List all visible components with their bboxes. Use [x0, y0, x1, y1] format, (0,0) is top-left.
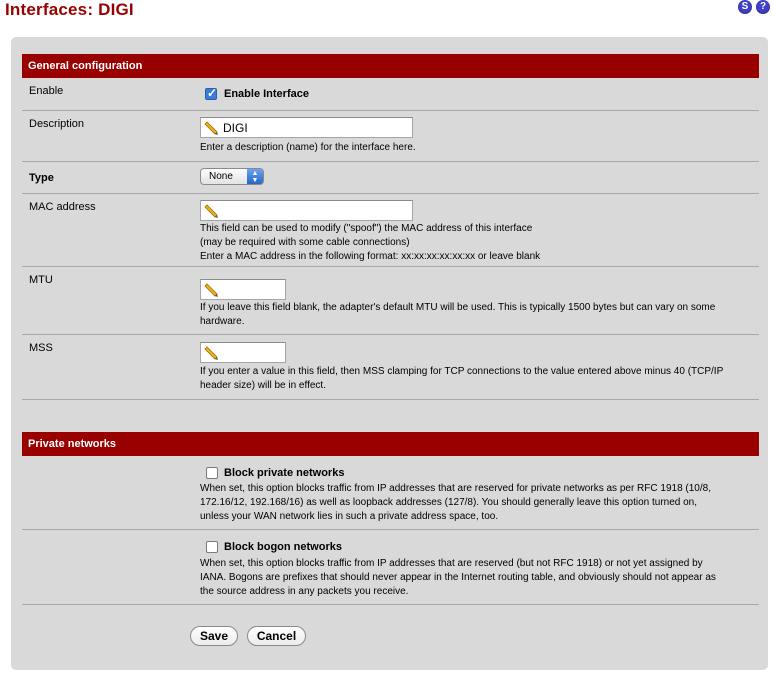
block-bogon-hint-3: the source address in any packets you re…: [200, 586, 409, 597]
mtu-label: MTU: [29, 274, 53, 286]
mac-address-hint-1: This field can be used to modify ("spoof…: [200, 223, 533, 234]
block-private-hint-3: unless your WAN network lies in such a p…: [200, 511, 499, 522]
save-button[interactable]: Save: [190, 626, 238, 646]
enable-interface-checkbox[interactable]: ✓: [205, 86, 218, 100]
mss-hint-2: header size) will be in effect.: [200, 380, 326, 391]
mss-row: MSS If you enter a value in this field, …: [22, 335, 759, 400]
pencil-icon: [204, 204, 218, 218]
block-private-label: Block private networks: [224, 467, 345, 479]
top-icons: S ?: [738, 0, 770, 14]
block-private-hint-1: When set, this option blocks traffic fro…: [200, 483, 711, 494]
enable-interface-label: Enable Interface: [224, 88, 309, 100]
type-label: Type: [29, 172, 54, 184]
general-config-header: General configuration: [22, 54, 759, 78]
status-icon[interactable]: S: [738, 0, 752, 14]
mac-address-hint-2: (may be required with some cable connect…: [200, 237, 410, 248]
mss-label: MSS: [29, 342, 53, 354]
mtu-hint-1: If you leave this field blank, the adapt…: [200, 302, 716, 313]
enable-label: Enable: [29, 85, 64, 97]
block-bogon-row: Block bogon networks When set, this opti…: [22, 530, 759, 605]
description-hint: Enter a description (name) for the inter…: [200, 142, 416, 153]
pencil-icon: [204, 283, 218, 297]
pencil-icon: [204, 121, 218, 135]
checkmark-icon: ✓: [207, 86, 218, 100]
type-row: Type None ▲ ▼: [22, 162, 759, 194]
mac-address-input[interactable]: [200, 200, 413, 221]
block-bogon-hint-2: IANA. Bogons are prefixes that should ne…: [200, 572, 716, 583]
description-label: Description: [29, 118, 85, 130]
mtu-hint-2: hardware.: [200, 316, 245, 327]
page-title: Interfaces: DIGI: [5, 0, 134, 19]
block-bogon-checkbox[interactable]: [206, 541, 218, 553]
mac-address-hint-3: Enter a MAC address in the following for…: [200, 251, 541, 262]
block-private-checkbox[interactable]: [206, 467, 218, 479]
mss-hint-1: If you enter a value in this field, then…: [200, 366, 724, 377]
mtu-row: MTU If you leave this field blank, the a…: [22, 267, 759, 335]
block-bogon-label: Block bogon networks: [224, 541, 342, 553]
pencil-icon: [204, 346, 218, 360]
type-select[interactable]: None ▲ ▼: [200, 168, 264, 185]
block-bogon-hint-1: When set, this option blocks traffic fro…: [200, 558, 703, 569]
cancel-button[interactable]: Cancel: [247, 626, 306, 646]
help-icon[interactable]: ?: [756, 0, 770, 14]
up-down-arrows-icon: ▲ ▼: [247, 169, 263, 184]
mtu-input[interactable]: [200, 279, 286, 300]
block-private-row: Block private networks When set, this op…: [22, 456, 759, 530]
block-private-hint-2: 172.16/12, 192.168/16) as well as loopba…: [200, 497, 698, 508]
mss-input[interactable]: [200, 342, 286, 363]
description-input[interactable]: DIGI: [200, 117, 413, 138]
mac-address-row: MAC address This field can be used to mo…: [22, 194, 759, 267]
mac-address-label: MAC address: [29, 201, 96, 213]
enable-row: Enable ✓ Enable Interface: [22, 78, 759, 111]
interface-form-panel: General configuration Enable ✓ Enable In…: [11, 37, 768, 670]
private-networks-header: Private networks: [22, 432, 759, 456]
description-row: Description DIGI Enter a description (na…: [22, 111, 759, 162]
description-input-value: DIGI: [223, 121, 248, 135]
type-select-value: None: [209, 171, 233, 182]
